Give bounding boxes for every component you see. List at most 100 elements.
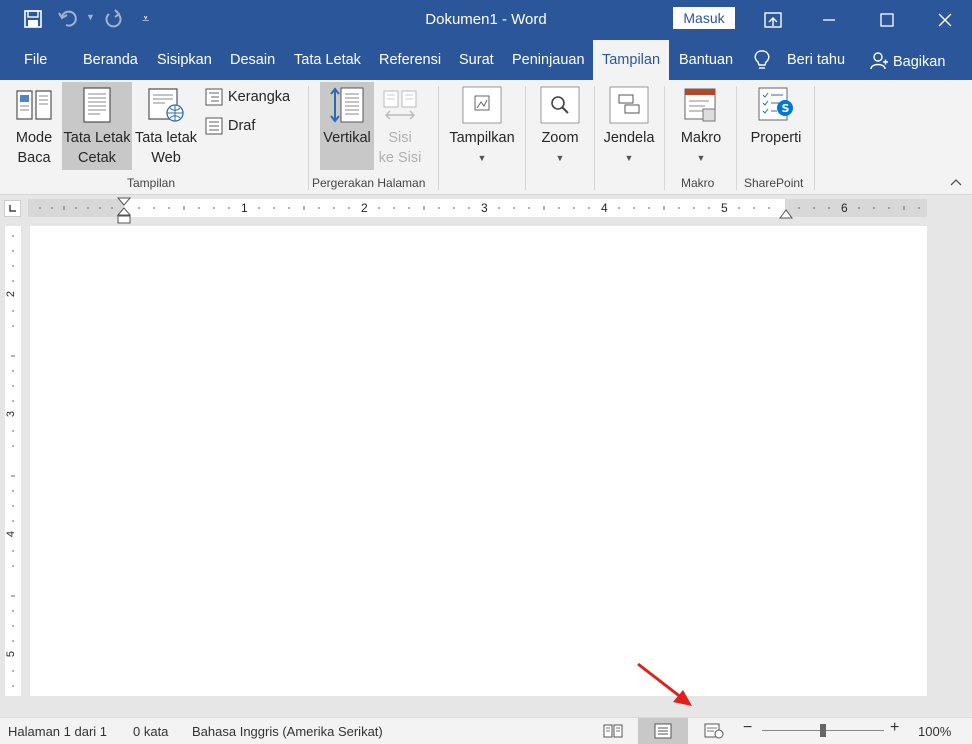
tata-letak-web-label-2: Web (151, 150, 181, 166)
ribbon-tabs: File Beranda Sisipkan Desain Tata Letak … (0, 40, 972, 80)
zoom-dropdown-icon: ▼ (555, 153, 565, 163)
tab-file[interactable]: File (24, 40, 47, 80)
ribbon-separator (594, 86, 595, 190)
sisi-label-1: Sisi (388, 130, 412, 146)
zoom-in-icon[interactable]: + (890, 719, 899, 737)
vertikal-label: Vertikal (323, 130, 371, 146)
tab-tampilan[interactable]: Tampilan (593, 40, 669, 80)
ruler-number: 3 (481, 201, 488, 215)
jendela-dropdown-icon: ▼ (624, 153, 634, 163)
ribbon-separator (308, 86, 309, 190)
print-layout-icon (62, 82, 132, 128)
maximize-icon[interactable] (864, 0, 910, 40)
ribbon-panel: Mode Baca Tata Letak Cetak Tata letak We… (0, 80, 972, 195)
window-icon (601, 82, 657, 128)
macro-icon (674, 82, 728, 128)
document-page[interactable] (30, 226, 927, 696)
ribbon-separator (664, 86, 665, 190)
tata-letak-cetak-label-2: Cetak (78, 150, 116, 166)
group-pergerakan-label: Pergerakan Halaman (312, 176, 426, 190)
web-layout-icon (133, 82, 199, 128)
tab-referensi[interactable]: Referensi (379, 40, 441, 80)
zoom-slider-thumb[interactable] (820, 724, 826, 737)
jendela-button[interactable]: Jendela ▼ (601, 82, 657, 168)
zoom-button[interactable]: Zoom ▼ (535, 82, 585, 168)
vruler-number: 4 (5, 530, 18, 538)
svg-text:S: S (782, 102, 790, 115)
vruler-number: 5 (5, 650, 18, 658)
mode-baca-label-2: Baca (17, 150, 51, 166)
group-sharepoint-label: SharePoint (744, 176, 804, 190)
tab-peninjauan[interactable]: Peninjauan (512, 40, 585, 80)
group-tampilan-label: Tampilan (127, 176, 176, 190)
vruler-number: 3 (5, 410, 18, 418)
tata-letak-web-button[interactable]: Tata letak Web (133, 82, 199, 168)
group-makro-label: Makro (681, 176, 715, 190)
read-mode-view-icon[interactable] (603, 723, 623, 742)
vertikal-button[interactable]: Vertikal (320, 82, 374, 170)
vertical-icon (320, 82, 374, 128)
tata-letak-cetak-button[interactable]: Tata Letak Cetak (62, 82, 132, 170)
word-count[interactable]: 0 kata (133, 724, 168, 739)
zoom-level[interactable]: 100% (918, 724, 951, 739)
sharepoint-properties-icon: S (745, 82, 807, 128)
zoom-magnifier-icon (535, 82, 585, 128)
outline-icon (205, 88, 223, 106)
sisi-label-2: ke Sisi (378, 150, 422, 166)
draft-icon (205, 117, 223, 135)
first-line-indent-marker[interactable] (116, 196, 132, 229)
vertical-ruler[interactable]: 2 3 4 5 (5, 226, 21, 696)
tab-selector[interactable] (4, 200, 21, 217)
ruler-number: 1 (241, 201, 248, 215)
read-mode-icon (8, 82, 60, 128)
kerangka-button[interactable]: Kerangka (205, 88, 290, 106)
zoom-out-icon[interactable]: − (743, 719, 752, 737)
properti-button[interactable]: S Properti (745, 82, 807, 148)
tell-me-field[interactable]: Beri tahu (787, 40, 845, 80)
share-person-icon[interactable] (870, 52, 888, 73)
tata-letak-web-label-1: Tata letak (134, 130, 198, 146)
collapse-ribbon-icon[interactable] (950, 176, 962, 190)
minimize-icon[interactable] (806, 0, 852, 40)
print-layout-view-icon[interactable] (638, 718, 688, 744)
tab-tata-letak[interactable]: Tata Letak (294, 40, 361, 80)
tab-surat[interactable]: Surat (459, 40, 494, 80)
title-bar: ▼ ⩡ Dokumen1 - Word Masuk (0, 0, 972, 40)
ruler-number: 2 (361, 201, 368, 215)
makro-dropdown-icon: ▼ (696, 153, 706, 163)
tab-bantuan[interactable]: Bantuan (679, 40, 733, 80)
status-bar: Halaman 1 dari 1 0 kata Bahasa Inggris (… (0, 717, 972, 744)
ruler-number: 6 (841, 201, 848, 215)
ribbon-display-icon[interactable] (750, 0, 796, 40)
ribbon-separator (438, 86, 439, 190)
tampilkan-button[interactable]: Tampilkan ▼ (446, 82, 518, 168)
sisi-ke-sisi-button[interactable]: Sisi ke Sisi (376, 82, 424, 168)
ruler-number: 4 (601, 201, 608, 215)
tab-beranda[interactable]: Beranda (83, 40, 138, 80)
mode-baca-button[interactable]: Mode Baca (8, 82, 60, 168)
language-status[interactable]: Bahasa Inggris (Amerika Serikat) (192, 724, 383, 739)
tab-desain[interactable]: Desain (230, 40, 275, 80)
lightbulb-icon[interactable] (754, 50, 770, 73)
close-icon[interactable] (922, 0, 968, 40)
side-to-side-icon (376, 82, 424, 128)
makro-button[interactable]: Makro ▼ (674, 82, 728, 168)
mode-baca-label-1: Mode (15, 130, 53, 146)
kerangka-label: Kerangka (228, 89, 291, 105)
share-button[interactable]: Bagikan (893, 42, 945, 82)
show-icon (446, 82, 518, 128)
tampilkan-dropdown-icon: ▼ (477, 153, 487, 163)
tata-letak-cetak-label-1: Tata Letak (63, 130, 131, 146)
tab-sisipkan[interactable]: Sisipkan (157, 40, 212, 80)
tampilkan-label: Tampilkan (449, 130, 515, 146)
draf-label: Draf (228, 118, 256, 134)
draf-button[interactable]: Draf (205, 117, 255, 135)
ruler-number: 5 (721, 201, 728, 215)
web-layout-view-icon[interactable] (704, 723, 724, 742)
page-count[interactable]: Halaman 1 dari 1 (8, 724, 107, 739)
signin-button[interactable]: Masuk (673, 7, 735, 29)
right-indent-marker[interactable] (779, 206, 793, 222)
properti-label: Properti (750, 130, 802, 146)
jendela-label: Jendela (603, 130, 655, 146)
ribbon-separator (736, 86, 737, 190)
